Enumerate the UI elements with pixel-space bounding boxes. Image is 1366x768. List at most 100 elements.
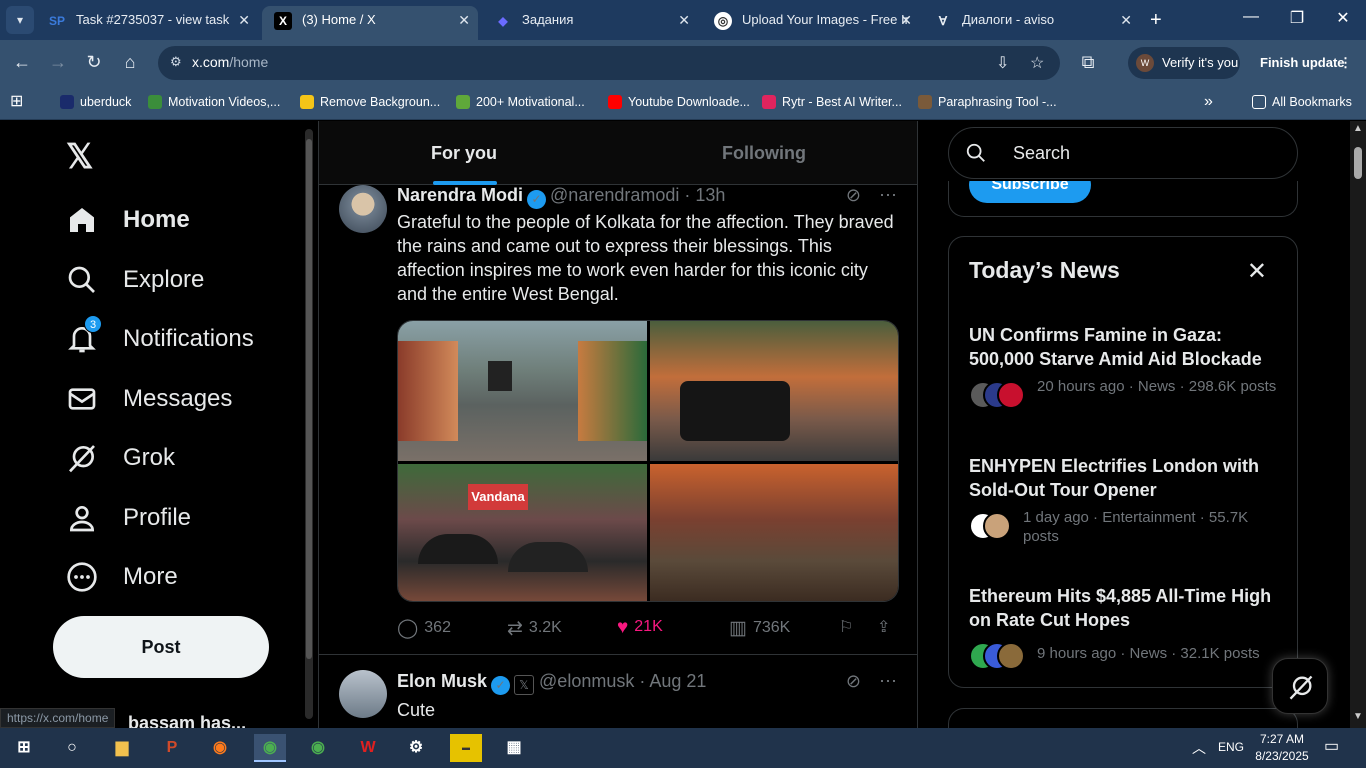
tab-aviso[interactable]: ∀ Диалоги - aviso ✕: [922, 6, 1140, 40]
media-photo-crowd[interactable]: [650, 321, 898, 461]
close-icon[interactable]: ✕: [1247, 257, 1267, 286]
tab-search-button[interactable]: ▾: [6, 6, 34, 34]
grok-icon[interactable]: ⊘: [846, 185, 861, 205]
nav-grok[interactable]: Grok: [66, 438, 175, 478]
tab-task[interactable]: SP Task #2735037 - view task ✕: [36, 6, 258, 40]
windows-start-icon[interactable]: ⊞: [8, 734, 40, 762]
bookmark-item[interactable]: Remove Backgroun...: [300, 92, 440, 112]
tab-following[interactable]: Following: [619, 121, 909, 185]
tray-chevron-up-icon[interactable]: ︿: [1192, 738, 1206, 758]
news-item[interactable]: UN Confirms Famine in Gaza: 500,000 Star…: [969, 323, 1279, 409]
reload-icon[interactable]: ↻: [82, 52, 106, 73]
install-app-icon[interactable]: ⇩: [996, 53, 1009, 73]
tab-zadaniya[interactable]: ◆ Задания ✕: [482, 6, 698, 40]
news-item[interactable]: Ethereum Hits $4,885 All-Time High on Ra…: [969, 584, 1279, 670]
scroll-down-arrow-icon[interactable]: ▼: [1353, 711, 1363, 722]
avatar[interactable]: [339, 670, 387, 718]
close-icon[interactable]: ✕: [458, 6, 470, 34]
url-text[interactable]: x.com/home: [192, 54, 268, 70]
finish-update-button[interactable]: Finish update ⋮: [1248, 47, 1360, 79]
sidebar-scrollbar[interactable]: [305, 129, 313, 719]
author-name[interactable]: Narendra Modi: [397, 185, 523, 205]
scroll-up-arrow-icon[interactable]: ▲: [1353, 123, 1363, 134]
nav-messages[interactable]: Messages: [66, 379, 232, 419]
more-dots-icon[interactable]: ⋯: [879, 185, 897, 205]
chrome-active-icon[interactable]: ◉: [254, 734, 286, 762]
account-name[interactable]: bassam has...: [128, 713, 246, 728]
tweet[interactable]: Narendra Modi ✓ @narendramodi · 13h ⊘ ⋯ Gra…: [319, 185, 917, 655]
repost-button[interactable]: ⇄ 3.2K: [507, 617, 562, 640]
maximize-icon[interactable]: ❐: [1282, 8, 1312, 28]
media-photo-umbrellas[interactable]: Vandana: [398, 464, 647, 601]
site-info-icon[interactable]: ⚙: [170, 54, 182, 70]
like-button[interactable]: ♥ 21K: [617, 617, 663, 639]
grok-icon[interactable]: ⊘: [846, 671, 861, 691]
author-handle[interactable]: @elonmusk: [539, 671, 634, 691]
grok-floating-button[interactable]: [1272, 658, 1328, 714]
close-icon[interactable]: ✕: [1120, 6, 1132, 34]
more-bookmarks-chevron-icon[interactable]: »: [1204, 92, 1213, 112]
back-arrow-icon[interactable]: ←: [10, 52, 34, 73]
bookmark-item[interactable]: Youtube Downloade...: [608, 92, 750, 112]
home-button-icon[interactable]: ⌂: [118, 52, 142, 73]
post-button[interactable]: Post: [53, 616, 269, 678]
author-name[interactable]: Elon Musk: [397, 671, 487, 691]
more-dots-icon[interactable]: ⋯: [879, 671, 897, 691]
verify-profile-button[interactable]: W Verify it's you: [1128, 47, 1240, 79]
avatar[interactable]: [339, 185, 387, 233]
close-icon[interactable]: ✕: [238, 6, 250, 34]
media-photo-road[interactable]: [398, 321, 647, 461]
wps-office-icon[interactable]: W: [352, 734, 384, 762]
forward-arrow-icon[interactable]: →: [46, 52, 70, 73]
kebab-menu-icon[interactable]: ⋮: [1339, 47, 1352, 79]
close-icon[interactable]: ✕: [900, 6, 912, 34]
share-icon[interactable]: ⇪: [877, 617, 890, 637]
news-headline[interactable]: UN Confirms Famine in Gaza: 500,000 Star…: [969, 323, 1279, 371]
tweet-media-grid[interactable]: Vandana: [397, 320, 899, 602]
search-input[interactable]: Search: [948, 127, 1298, 179]
new-tab-plus-icon[interactable]: +: [1150, 8, 1162, 32]
nav-more[interactable]: More: [66, 557, 178, 597]
settings-gear-icon[interactable]: ⚙: [400, 734, 432, 762]
exness-icon[interactable]: ▬: [450, 734, 482, 762]
window-close-icon[interactable]: ✕: [1328, 8, 1358, 28]
apps-grid-icon[interactable]: ⊞: [10, 92, 23, 112]
tweet[interactable]: Elon Musk ✓ 𝕏 @elonmusk · Aug 21 ⊘ ⋯ Cute: [319, 668, 917, 728]
news-headline[interactable]: Ethereum Hits $4,885 All-Time High on Ra…: [969, 584, 1279, 632]
reply-button[interactable]: ◯ 362: [397, 617, 451, 640]
x-logo-icon[interactable]: 𝕏: [66, 137, 93, 177]
tab-x-home[interactable]: X (3) Home / X ✕: [262, 6, 478, 40]
nav-notifications[interactable]: 3 Notifications: [66, 315, 254, 359]
extensions-icon[interactable]: ⧉: [1076, 52, 1100, 73]
news-headline[interactable]: ENHYPEN Electrifies London with Sold-Out…: [969, 454, 1279, 502]
nav-profile[interactable]: Profile: [66, 498, 191, 538]
bookmark-icon[interactable]: ⚐: [839, 617, 853, 637]
all-bookmarks-button[interactable]: All Bookmarks: [1252, 92, 1352, 112]
chrome-icon[interactable]: ◉: [302, 734, 334, 762]
search-circle-icon[interactable]: ○: [56, 734, 88, 762]
news-item[interactable]: ENHYPEN Electrifies London with Sold-Out…: [969, 454, 1279, 545]
scrollbar-thumb[interactable]: [1354, 147, 1362, 179]
file-explorer-icon[interactable]: ▆: [106, 734, 138, 762]
author-handle[interactable]: @narendramodi: [550, 185, 679, 205]
tab-for-you[interactable]: For you: [319, 121, 609, 185]
minimize-icon[interactable]: —: [1236, 8, 1266, 26]
powerpoint-icon[interactable]: P: [156, 734, 188, 762]
nav-explore[interactable]: Explore: [66, 260, 204, 300]
bookmark-item[interactable]: Motivation Videos,...: [148, 92, 280, 112]
tweet-time[interactable]: · 13h: [684, 185, 725, 205]
bookmark-item[interactable]: Rytr - Best AI Writer...: [762, 92, 902, 112]
page-scrollbar[interactable]: ▲ ▼: [1350, 121, 1366, 728]
bookmark-item[interactable]: uberduck: [60, 92, 131, 112]
views-button[interactable]: ▥ 736K: [729, 617, 790, 640]
bookmark-item[interactable]: Paraphrasing Tool -...: [918, 92, 1057, 112]
subscribe-button[interactable]: Subscribe: [969, 181, 1091, 203]
calculator-icon[interactable]: ▦: [498, 734, 530, 762]
address-bar[interactable]: ⚙ x.com/home ⇩ ☆: [158, 46, 1060, 80]
tweet-time[interactable]: · Aug 21: [639, 671, 706, 691]
nav-home[interactable]: Home: [66, 200, 190, 240]
bookmark-item[interactable]: 200+ Motivational...: [456, 92, 585, 112]
media-photo-rally[interactable]: [650, 464, 898, 601]
system-clock[interactable]: 7:27 AM 8/23/2025: [1252, 731, 1312, 765]
notification-center-icon[interactable]: ▭: [1324, 736, 1339, 756]
